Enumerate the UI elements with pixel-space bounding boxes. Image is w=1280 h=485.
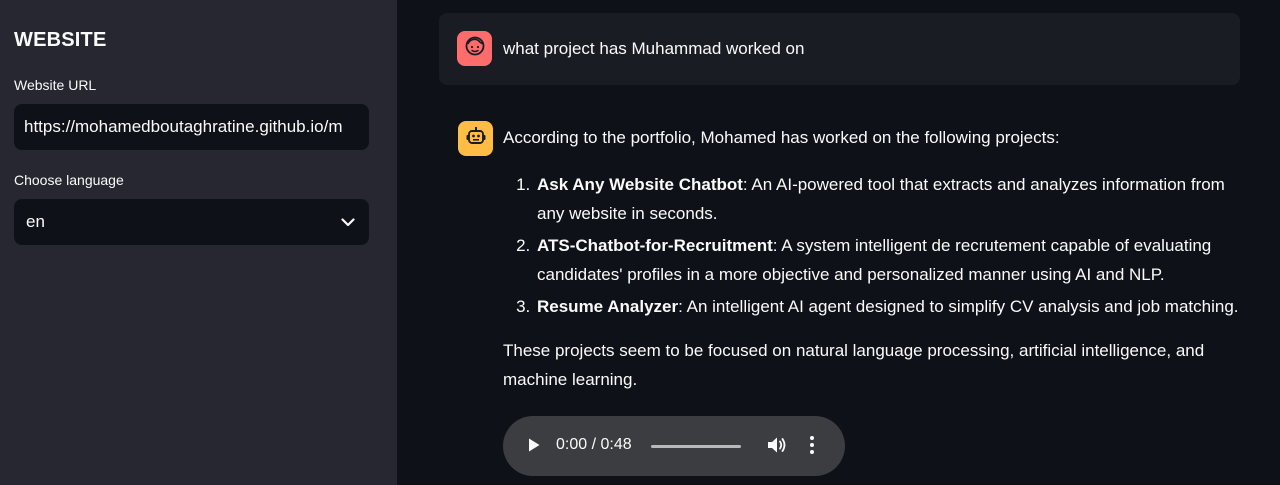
project-name: ATS-Chatbot-for-Recruitment	[537, 236, 773, 255]
project-description: : An intelligent AI agent designed to si…	[678, 297, 1239, 316]
sidebar: WEBSITE Website URL https://mohamedbouta…	[0, 0, 397, 485]
sidebar-title: WEBSITE	[14, 29, 107, 51]
assistant-intro: According to the portfolio, Mohamed has …	[503, 128, 1060, 147]
list-item: Ask Any Website Chatbot: An AI-powered t…	[535, 170, 1243, 228]
list-item: Resume Analyzer: An intelligent AI agent…	[535, 292, 1243, 321]
face-icon	[464, 35, 486, 62]
assistant-message: According to the portfolio, Mohamed has …	[503, 123, 1243, 394]
audio-player[interactable]: 0:00 / 0:48	[503, 416, 845, 476]
volume-icon[interactable]	[767, 436, 787, 459]
list-item: ATS-Chatbot-for-Recruitment: A system in…	[535, 231, 1243, 289]
play-icon[interactable]	[527, 437, 541, 458]
chevron-down-icon	[341, 199, 355, 245]
website-url-input[interactable]: https://mohamedboutaghratine.github.io/m	[14, 104, 369, 150]
project-list: Ask Any Website Chatbot: An AI-powered t…	[503, 170, 1243, 321]
language-selected-value: en	[26, 212, 45, 231]
user-message-text: what project has Muhammad worked on	[503, 39, 805, 58]
main-chat-area: what project has Muhammad worked on Acco…	[397, 0, 1280, 485]
assistant-closing: These projects seem to be focused on nat…	[503, 341, 1205, 389]
assistant-avatar	[458, 121, 493, 156]
audio-seek-bar[interactable]	[651, 445, 741, 448]
user-avatar	[457, 31, 492, 66]
language-select[interactable]: en	[14, 199, 369, 245]
more-vertical-icon[interactable]	[809, 435, 815, 460]
website-url-label: Website URL	[14, 77, 97, 93]
robot-icon	[465, 125, 487, 152]
audio-time: 0:00 / 0:48	[556, 436, 632, 453]
project-name: Ask Any Website Chatbot	[537, 175, 743, 194]
project-name: Resume Analyzer	[537, 297, 679, 316]
language-label: Choose language	[14, 172, 124, 188]
user-message: what project has Muhammad worked on	[439, 13, 1240, 85]
